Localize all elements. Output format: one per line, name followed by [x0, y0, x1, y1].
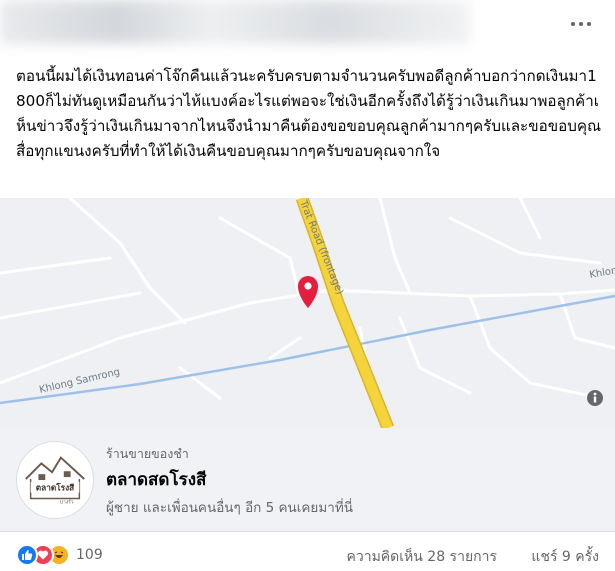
post-text: ตอนนี้ผมได้เงินทอนค่าโจ๊กคืนแล้วนะครับคร… — [16, 67, 602, 160]
map-info-icon[interactable] — [587, 390, 603, 406]
shares-count[interactable]: แชร์ 9 ครั้ง — [531, 546, 599, 568]
post-header — [0, 0, 615, 58]
place-visitors: ผู้ชาย และเพื่อนคนอื่นๆ อีก 5 คนเคยมาที่… — [106, 500, 353, 516]
comments-count[interactable]: ความคิดเห็น 28 รายการ — [346, 546, 497, 568]
blurred-author-info — [0, 0, 470, 44]
place-name[interactable]: ตลาดสดโรงสี — [106, 466, 206, 493]
like-icon — [16, 544, 38, 566]
location-map[interactable]: Trat Road (frontage) Khlong Samrong Khlo… — [0, 198, 615, 428]
place-logo-graphic: ตลาดโรงสี บางรัว — [25, 456, 85, 505]
more-dot-icon — [571, 22, 575, 26]
more-options-button[interactable] — [565, 12, 597, 36]
place-logo: ตลาดโรงสี บางรัว — [16, 441, 94, 519]
map-canvas: Trat Road (frontage) Khlong Samrong Khlo… — [0, 198, 615, 428]
place-category: ร้านขายของชำ — [106, 446, 189, 461]
place-card[interactable]: ตลาดโรงสี บางรัว ร้านขายของชำ ตลาดสดโรงส… — [0, 428, 615, 532]
post-stats-bar: 109 ความคิดเห็น 28 รายการ แชร์ 9 ครั้ง — [0, 540, 615, 571]
place-logo-text: ตลาดโรงสี — [36, 483, 75, 493]
place-logo-subtext: บางรัว — [60, 499, 74, 505]
more-dot-icon — [587, 22, 591, 26]
reactions-summary[interactable]: 109 — [16, 544, 103, 566]
reaction-count: 109 — [76, 547, 103, 563]
more-dot-icon — [579, 22, 583, 26]
